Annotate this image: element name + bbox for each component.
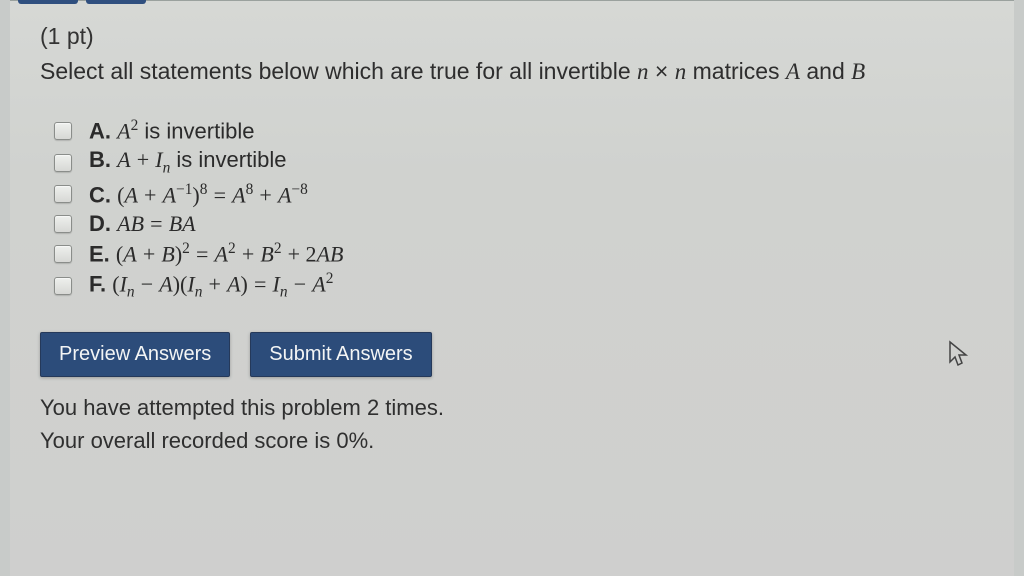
option-row-E: E. (A + B)2 = A2 + B2 + 2AB <box>50 240 984 267</box>
tab-right[interactable] <box>86 0 146 4</box>
option-row-C: C. (A + A−1)8 = A8 + A−8 <box>50 181 984 208</box>
option-checkbox-B[interactable] <box>54 154 72 172</box>
question-prompt: Select all statements below which are tr… <box>40 56 984 87</box>
score-text: Your overall recorded score is 0%. <box>40 424 984 457</box>
attempts-text: You have attempted this problem 2 times. <box>40 391 984 424</box>
option-checkbox-F[interactable] <box>54 277 72 295</box>
option-checkbox-C[interactable] <box>54 185 72 203</box>
option-label-C: C. (A + A−1)8 = A8 + A−8 <box>89 181 308 208</box>
option-label-D: D. AB = BA <box>89 211 196 237</box>
option-label-B: B. A + In is invertible <box>89 147 286 177</box>
option-checkbox-D[interactable] <box>54 215 72 233</box>
option-label-E: E. (A + B)2 = A2 + B2 + 2AB <box>89 240 343 267</box>
preview-answers-button[interactable]: Preview Answers <box>40 332 230 377</box>
option-label-A: A. A2 is invertible <box>89 117 254 144</box>
option-checkbox-A[interactable] <box>54 122 72 140</box>
option-row-D: D. AB = BA <box>50 211 984 237</box>
points-label: (1 pt) <box>40 23 984 50</box>
options-list: A. A2 is invertible B. A + In is invertib… <box>50 117 984 302</box>
option-row-A: A. A2 is invertible <box>50 117 984 144</box>
tab-left[interactable] <box>18 0 78 4</box>
option-row-F: F. (In − A)(In + A) = In − A2 <box>50 270 984 302</box>
option-label-F: F. (In − A)(In + A) = In − A2 <box>89 270 333 302</box>
option-row-B: B. A + In is invertible <box>50 147 984 177</box>
option-checkbox-E[interactable] <box>54 245 72 263</box>
submit-answers-button[interactable]: Submit Answers <box>250 332 431 377</box>
